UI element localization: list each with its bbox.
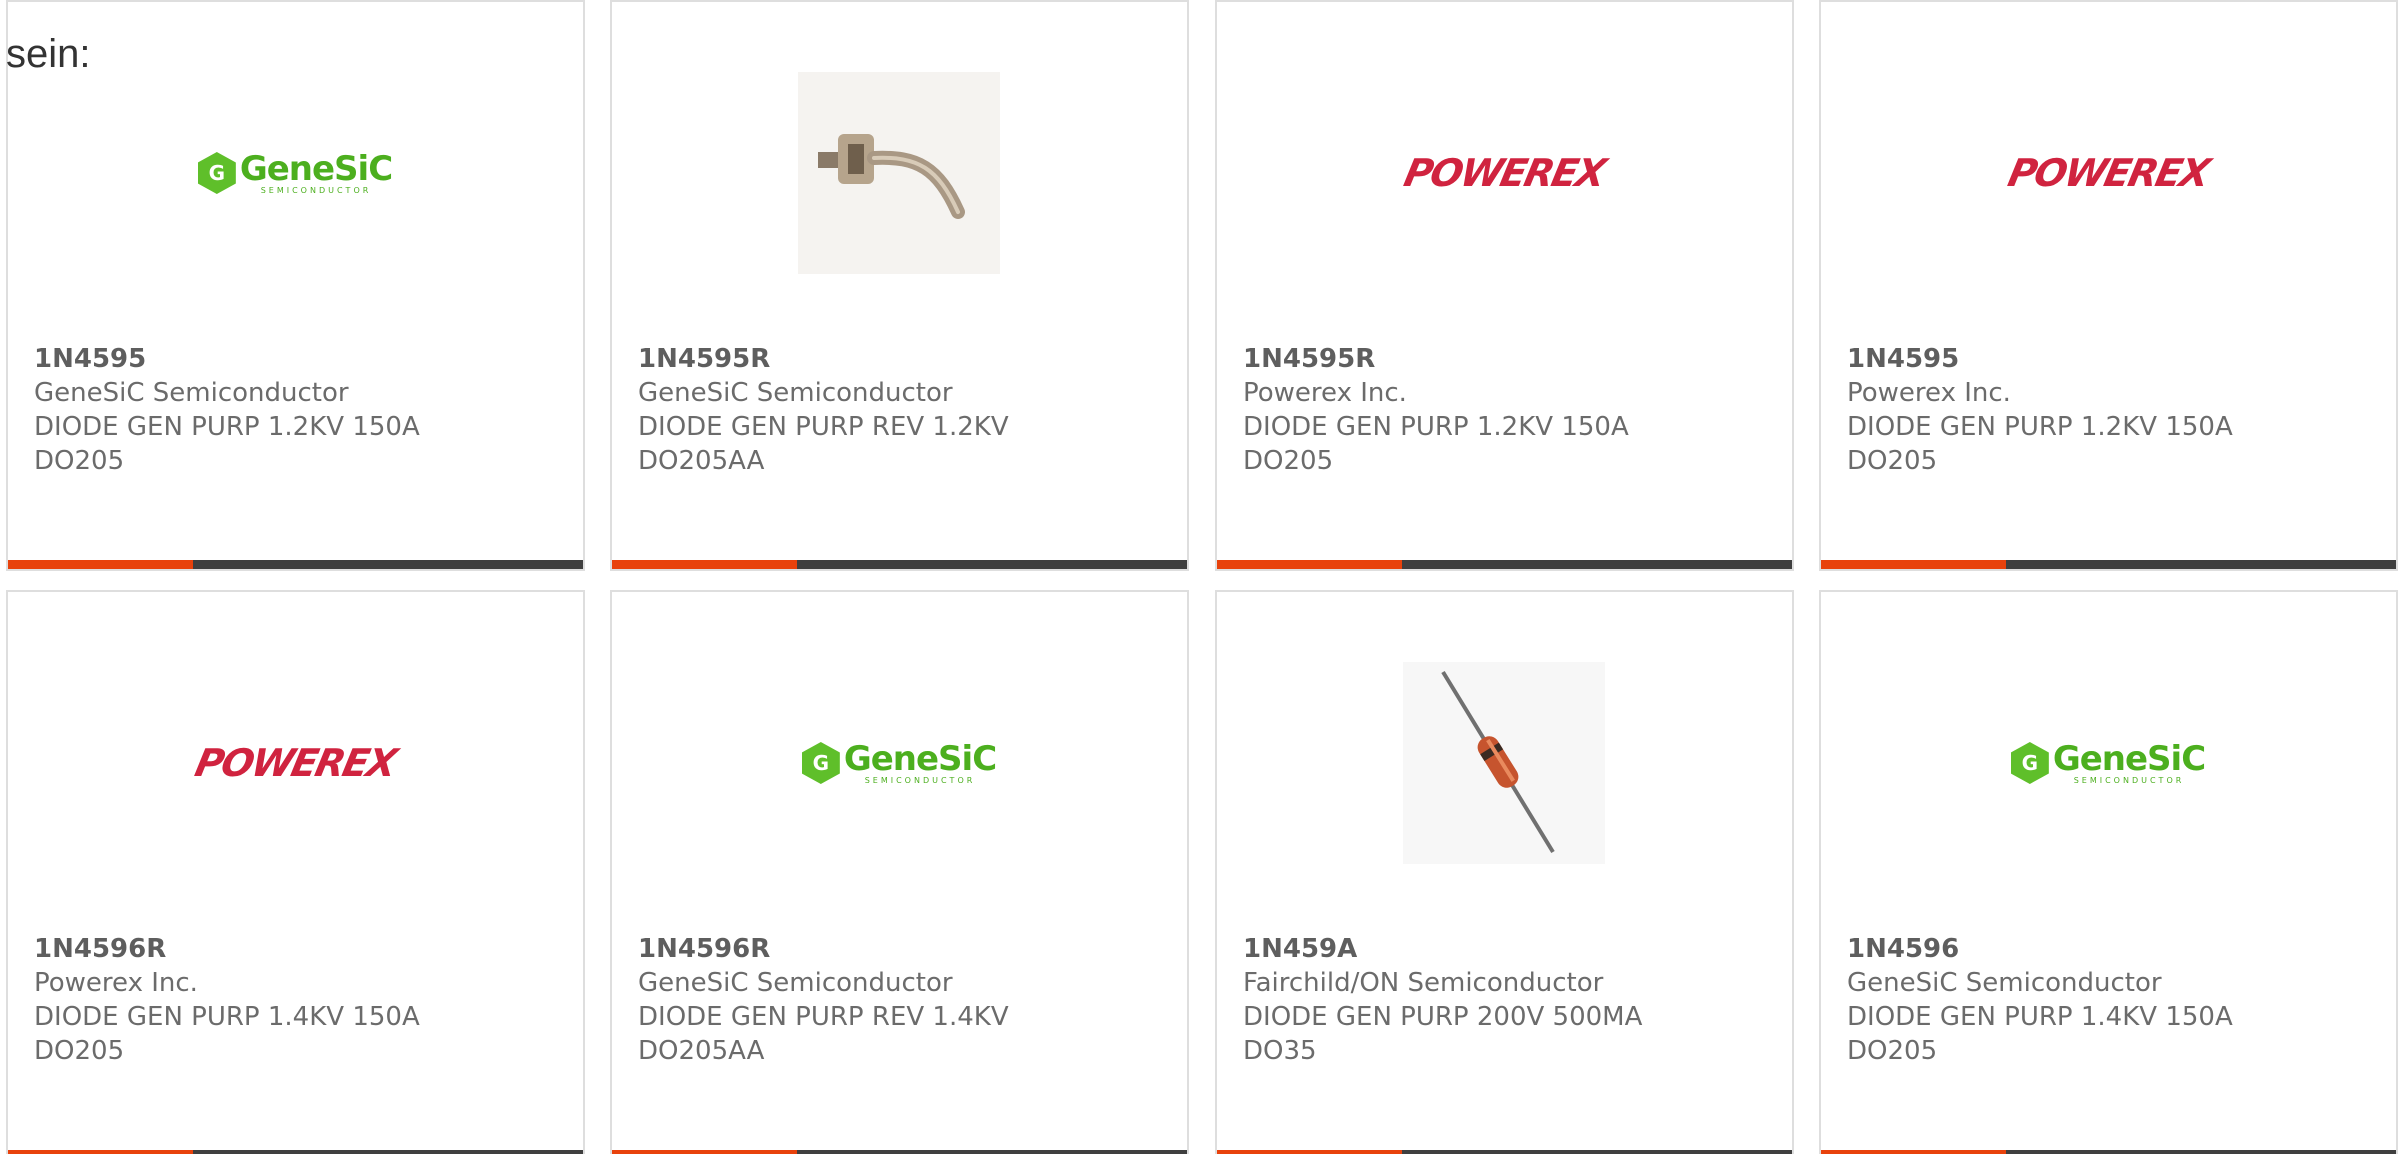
part-number-link[interactable]: 1N4595 xyxy=(1847,342,2233,376)
manufacturer: GeneSiC Semiconductor xyxy=(638,968,953,998)
manufacturer: Powerex Inc. xyxy=(1847,378,2011,408)
card-footer-bar xyxy=(8,1150,583,1154)
genesic-logo: G GeneSiC SEMICONDUCTOR xyxy=(197,148,393,195)
product-card[interactable]: 1N4595R GeneSiC Semiconductor DIODE GEN … xyxy=(610,0,1189,571)
card-footer-bar xyxy=(612,1150,1187,1154)
package: DO205 xyxy=(1847,446,1938,476)
manufacturer: Fairchild/ON Semiconductor xyxy=(1243,968,1604,998)
product-image[interactable]: POWEREX xyxy=(2004,72,2212,274)
package: DO205 xyxy=(1243,446,1334,476)
card-footer-bar xyxy=(8,560,583,569)
card-footer-bar xyxy=(1217,1150,1792,1154)
product-card[interactable]: POWEREX 1N4596R Powerex Inc. DIODE GEN P… xyxy=(6,590,585,1154)
product-image[interactable]: G GeneSiC SEMICONDUCTOR xyxy=(2007,662,2209,864)
powerex-logo: POWEREX xyxy=(191,741,399,785)
part-number-link[interactable]: 1N4596R xyxy=(34,932,420,966)
description: DIODE GEN PURP REV 1.2KV xyxy=(638,412,1009,442)
part-number-link[interactable]: 1N4595R xyxy=(638,342,1009,376)
package: DO205 xyxy=(1847,1036,1938,1066)
description: DIODE GEN PURP 200V 500MA xyxy=(1243,1002,1643,1032)
part-number-link[interactable]: 1N4596R xyxy=(638,932,1009,966)
stud-diode-photo xyxy=(798,72,1000,274)
product-image[interactable] xyxy=(1403,662,1605,864)
description: DIODE GEN PURP 1.2KV 150A xyxy=(34,412,420,442)
genesic-hex-icon: G xyxy=(801,742,840,784)
card-footer-bar xyxy=(1821,1150,2396,1154)
product-card[interactable]: G GeneSiC SEMICONDUCTOR 1N4596 GeneSiC S… xyxy=(1819,590,2398,1154)
package: DO205 xyxy=(34,446,125,476)
manufacturer: GeneSiC Semiconductor xyxy=(34,378,349,408)
genesic-logo: G GeneSiC SEMICONDUCTOR xyxy=(2010,738,2206,785)
description: DIODE GEN PURP REV 1.4KV xyxy=(638,1002,1009,1032)
product-grid-page: sein: G GeneSiC SEMICONDUCTOR 1N4595 Gen… xyxy=(0,0,2400,1154)
manufacturer: Powerex Inc. xyxy=(34,968,198,998)
product-card[interactable]: 1N459A Fairchild/ON Semiconductor DIODE … xyxy=(1215,590,1794,1154)
manufacturer: GeneSiC Semiconductor xyxy=(1847,968,2162,998)
product-image[interactable]: POWEREX xyxy=(1400,72,1608,274)
description: DIODE GEN PURP 1.2KV 150A xyxy=(1243,412,1629,442)
intro-text: sein: xyxy=(6,32,91,76)
manufacturer: Powerex Inc. xyxy=(1243,378,1407,408)
description: DIODE GEN PURP 1.4KV 150A xyxy=(1847,1002,2233,1032)
logo-text: GeneSiC xyxy=(2052,738,2206,779)
part-number-link[interactable]: 1N459A xyxy=(1243,932,1642,966)
genesic-hex-icon: G xyxy=(197,152,236,194)
product-card[interactable]: POWEREX 1N4595R Powerex Inc. DIODE GEN P… xyxy=(1215,0,1794,571)
card-footer-bar xyxy=(1821,560,2396,569)
description: DIODE GEN PURP 1.4KV 150A xyxy=(34,1002,420,1032)
manufacturer: GeneSiC Semiconductor xyxy=(638,378,953,408)
product-card[interactable]: G GeneSiC SEMICONDUCTOR 1N4596R GeneSiC … xyxy=(610,590,1189,1154)
product-card[interactable]: POWEREX 1N4595 Powerex Inc. DIODE GEN PU… xyxy=(1819,0,2398,571)
axial-diode-photo xyxy=(1403,662,1605,864)
part-number-link[interactable]: 1N4595R xyxy=(1243,342,1629,376)
part-number-link[interactable]: 1N4596 xyxy=(1847,932,2233,966)
product-image[interactable]: G GeneSiC SEMICONDUCTOR xyxy=(194,72,396,274)
product-card[interactable]: G GeneSiC SEMICONDUCTOR 1N4595 GeneSiC S… xyxy=(6,0,585,571)
package: DO205 xyxy=(34,1036,125,1066)
card-footer-bar xyxy=(1217,560,1792,569)
part-number-link[interactable]: 1N4595 xyxy=(34,342,420,376)
card-footer-bar xyxy=(612,560,1187,569)
powerex-logo: POWEREX xyxy=(2004,151,2212,195)
description: DIODE GEN PURP 1.2KV 150A xyxy=(1847,412,2233,442)
powerex-logo: POWEREX xyxy=(1400,151,1608,195)
logo-subtext: SEMICONDUCTOR xyxy=(260,185,372,195)
package: DO205AA xyxy=(638,1036,765,1066)
product-image[interactable]: G GeneSiC SEMICONDUCTOR xyxy=(798,662,1000,864)
package: DO35 xyxy=(1243,1036,1317,1066)
package: DO205AA xyxy=(638,446,765,476)
logo-text: GeneSiC xyxy=(843,738,997,779)
logo-subtext: SEMICONDUCTOR xyxy=(2073,775,2185,785)
product-image[interactable]: POWEREX xyxy=(191,662,399,864)
logo-subtext: SEMICONDUCTOR xyxy=(864,775,976,785)
product-image[interactable] xyxy=(798,72,1000,274)
logo-text: GeneSiC xyxy=(239,148,393,189)
genesic-hex-icon: G xyxy=(2010,742,2049,784)
genesic-logo: G GeneSiC SEMICONDUCTOR xyxy=(801,738,997,785)
